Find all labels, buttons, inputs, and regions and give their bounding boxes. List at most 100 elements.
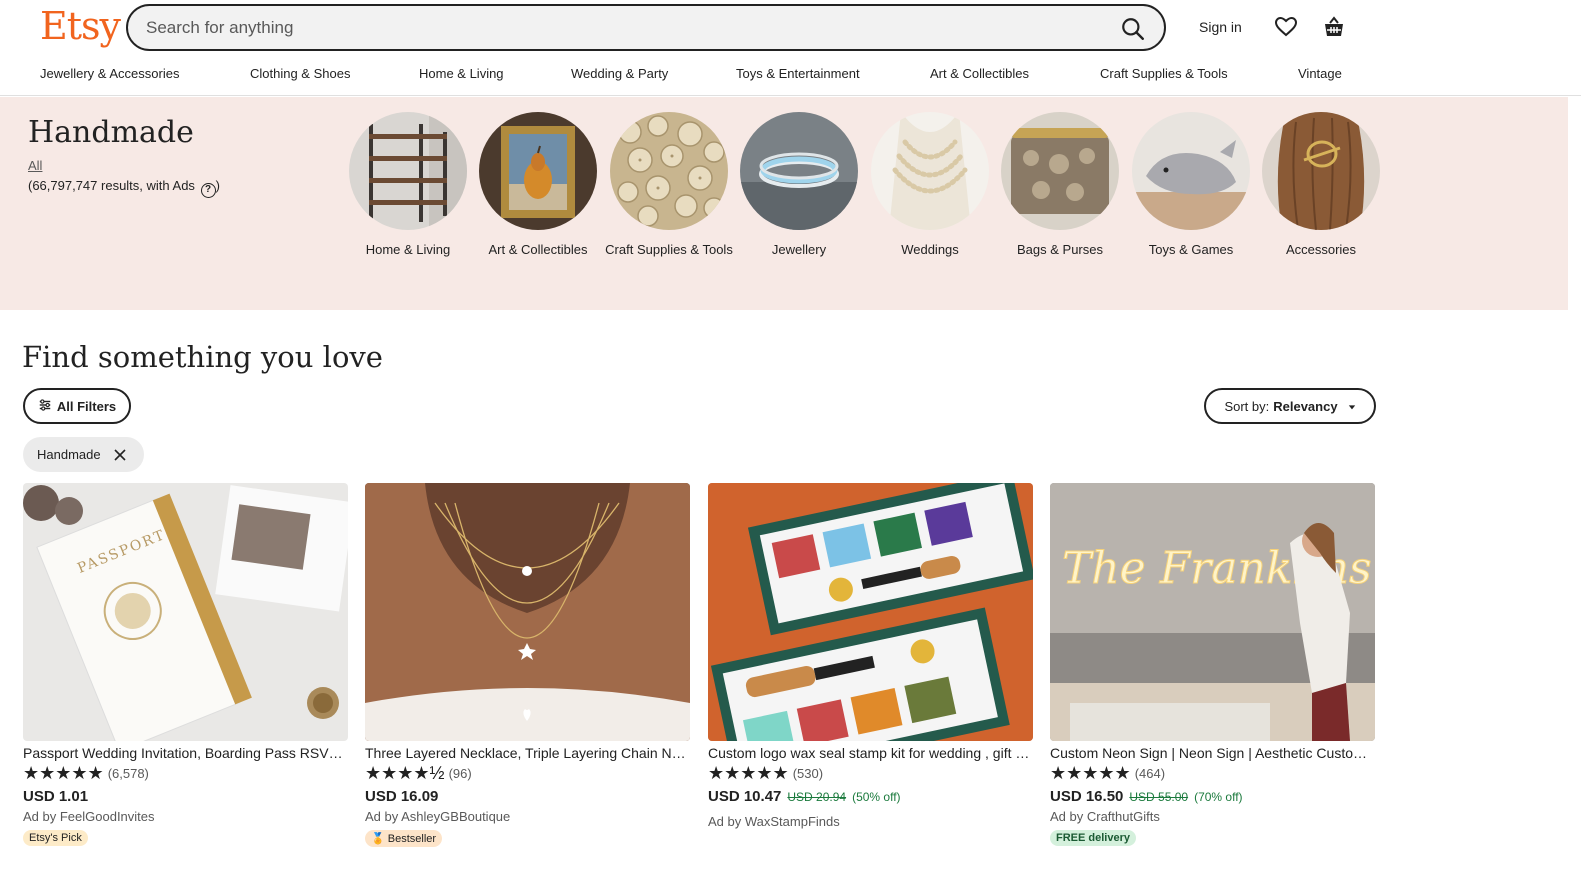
category-image — [1132, 112, 1250, 230]
nav-item-art[interactable]: Art & Collectibles — [930, 66, 1029, 81]
sliders-icon — [38, 398, 52, 415]
category-label: Jewellery — [771, 242, 827, 257]
chip-label: Handmade — [37, 447, 101, 462]
heart-icon[interactable] — [1274, 15, 1298, 39]
price: USD 16.09 — [365, 788, 439, 805]
badge-bestseller: 🏅 Bestseller — [365, 830, 443, 847]
category-art[interactable]: Art & Collectibles — [473, 112, 603, 259]
category-band: Handmade All (66,797,747 results, with A… — [0, 97, 1568, 310]
review-count: (464) — [1134, 765, 1166, 781]
listing-title[interactable]: Passport Wedding Invitation, Boarding Pa… — [23, 745, 346, 761]
star-rating-icon: ★★★★★ — [1050, 763, 1131, 783]
search-bar — [126, 4, 1166, 51]
nav-item-home[interactable]: Home & Living — [419, 66, 504, 81]
listing-title[interactable]: Custom Neon Sign | Neon Sign | Aesthetic… — [1050, 745, 1373, 761]
badge-etsys-pick: Etsy's Pick — [23, 830, 88, 846]
listing-title[interactable]: Three Layered Necklace, Triple Layering … — [365, 745, 688, 761]
price-row: USD 16.09 — [365, 788, 690, 805]
rating: ★★★★★ (464) — [1050, 764, 1375, 782]
category-nav: Jewellery & Accessories Clothing & Shoes… — [0, 66, 1581, 86]
category-weddings[interactable]: Weddings — [865, 112, 995, 259]
listing-image[interactable]: PASSPORT — [23, 483, 348, 741]
search-input[interactable] — [146, 17, 1046, 39]
listing-card[interactable]: Custom logo wax seal stamp kit for weddi… — [708, 483, 1033, 829]
nav-item-wedding[interactable]: Wedding & Party — [571, 66, 668, 81]
results-text-end: ) — [215, 178, 220, 193]
original-price: USD 20.94 — [787, 790, 847, 804]
all-filters-button[interactable]: All Filters — [23, 388, 131, 424]
star-rating-icon: ★★★★½ — [365, 763, 445, 783]
price-row: USD 1.01 — [23, 788, 348, 805]
price: USD 16.50 — [1050, 788, 1124, 805]
category-image — [479, 112, 597, 230]
review-count: (6,578) — [107, 765, 149, 781]
cart-icon[interactable] — [1322, 15, 1346, 39]
listing-card[interactable]: PASSPORT Passport Wedding Invitation, Bo… — [23, 483, 348, 846]
filter-chip-handmade[interactable]: Handmade — [23, 437, 144, 472]
discount: (70% off) — [1194, 790, 1243, 804]
listing-title[interactable]: Custom logo wax seal stamp kit for weddi… — [708, 745, 1031, 761]
category-image — [740, 112, 858, 230]
caret-down-icon — [1348, 399, 1356, 414]
original-price: USD 55.00 — [1129, 790, 1189, 804]
nav-item-vintage[interactable]: Vintage — [1298, 66, 1342, 81]
category-image — [871, 112, 989, 230]
sort-value: Relevancy — [1273, 398, 1338, 414]
nav-item-jewellery[interactable]: Jewellery & Accessories — [40, 66, 179, 81]
discount: (50% off) — [852, 790, 901, 804]
rating: ★★★★★ (530) — [708, 764, 1033, 782]
nav-item-clothing[interactable]: Clothing & Shoes — [250, 66, 350, 81]
category-accessories[interactable]: Accessories — [1256, 112, 1386, 259]
price-row: USD 10.47 USD 20.94 (50% off) — [708, 788, 1033, 805]
category-label: Weddings — [901, 242, 959, 257]
seller-name[interactable]: Ad by WaxStampFinds — [708, 814, 1033, 829]
seller-name[interactable]: Ad by AshleyGBBoutique — [365, 809, 690, 824]
nav-item-toys[interactable]: Toys & Entertainment — [736, 66, 860, 81]
listing-image[interactable] — [365, 483, 690, 741]
badge-free-delivery: FREE delivery — [1050, 830, 1136, 846]
category-jewellery[interactable]: Jewellery — [734, 112, 864, 259]
nav-item-craft[interactable]: Craft Supplies & Tools — [1100, 66, 1228, 81]
badge-label: Bestseller — [387, 833, 437, 845]
sort-dropdown[interactable]: Sort by: Relevancy — [1204, 388, 1376, 424]
category-label: Home & Living — [365, 242, 451, 257]
category-label: Toys & Games — [1148, 242, 1234, 257]
price-row: USD 16.50 USD 55.00 (70% off) — [1050, 788, 1375, 805]
seller-name[interactable]: Ad by FeelGoodInvites — [23, 809, 348, 824]
price: USD 10.47 — [708, 788, 782, 805]
sign-in-link[interactable]: Sign in — [1199, 19, 1242, 35]
seller-name[interactable]: Ad by CrafthutGifts — [1050, 809, 1375, 824]
star-rating-icon: ★★★★★ — [708, 763, 789, 783]
price: USD 1.01 — [23, 788, 89, 805]
category-label: Accessories — [1285, 242, 1357, 257]
category-bags[interactable]: Bags & Purses — [995, 112, 1125, 259]
search-icon[interactable] — [1120, 16, 1146, 42]
listing-card[interactable]: Three Layered Necklace, Triple Layering … — [365, 483, 690, 847]
close-icon[interactable] — [113, 448, 127, 462]
sort-prefix: Sort by: — [1224, 398, 1270, 414]
category-toys[interactable]: Toys & Games — [1126, 112, 1256, 259]
category-label: Craft Supplies & Tools — [605, 242, 733, 257]
category-craft[interactable]: Craft Supplies & Tools — [604, 112, 734, 259]
category-home-living[interactable]: Home & Living — [343, 112, 473, 259]
breadcrumb-all-link[interactable]: All — [28, 158, 42, 173]
listing-card[interactable]: The Franklins Custom Neon Sign | Neon Si… — [1050, 483, 1375, 846]
category-image — [1262, 112, 1380, 230]
rating: ★★★★½ (96) — [365, 764, 690, 782]
review-count: (530) — [792, 765, 824, 781]
results-count: (66,797,747 results, with Ads ?) — [28, 178, 220, 198]
etsy-logo[interactable]: Etsy — [40, 4, 121, 48]
category-image — [610, 112, 728, 230]
review-count: (96) — [448, 765, 472, 781]
site-header: Etsy Sign in Jewellery & Accessories Clo… — [0, 0, 1581, 96]
filters-label: All Filters — [56, 398, 117, 414]
listing-image[interactable] — [708, 483, 1033, 741]
star-rating-icon: ★★★★★ — [23, 763, 104, 783]
rating: ★★★★★ (6,578) — [23, 764, 348, 782]
help-icon[interactable]: ? — [200, 183, 216, 198]
page-title: Handmade — [28, 115, 194, 150]
category-image — [1001, 112, 1119, 230]
category-label: Bags & Purses — [1017, 242, 1103, 257]
category-image — [349, 112, 467, 230]
listing-image[interactable]: The Franklins — [1050, 483, 1375, 741]
